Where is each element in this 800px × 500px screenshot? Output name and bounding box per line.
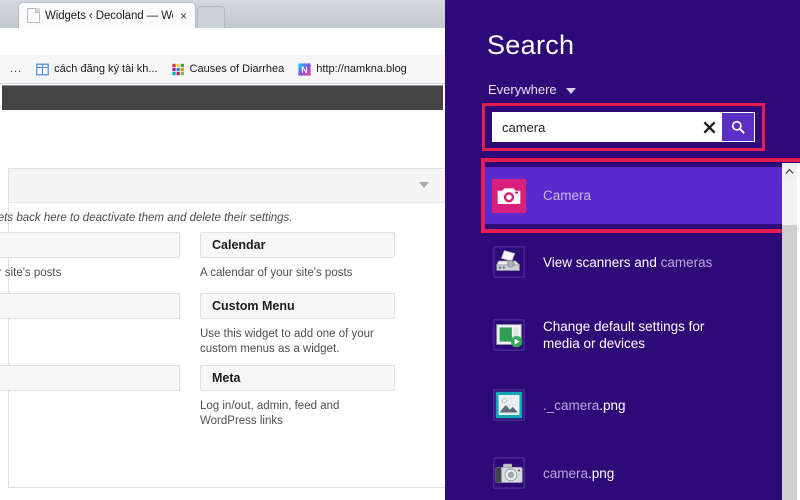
bookmark-label: cách đăng ký tài kh...	[54, 63, 157, 75]
svg-text:N: N	[302, 64, 308, 74]
selected-row-highlight	[481, 158, 800, 233]
widget-title	[0, 232, 180, 258]
wordpress-admin-bar	[2, 85, 443, 111]
search-result-label: camera.png	[543, 465, 614, 482]
ellipsis-icon: ...	[7, 63, 22, 75]
widgets-row: our site's posts Calendar A calendar of …	[0, 232, 445, 281]
scanner-icon	[491, 244, 527, 280]
bookmark-label: http://namkna.blog	[316, 63, 407, 75]
search-result-item-default-settings[interactable]: Change default settings for media or dev…	[485, 310, 735, 360]
widget-description	[0, 391, 180, 399]
close-icon[interactable]: ×	[178, 10, 187, 22]
bookmark-label: Causes of Diarrhea	[190, 63, 285, 75]
browser-window: Widgets ‹ Decoland — Wo × ... cách đăng …	[0, 0, 445, 500]
widget-card-calendar[interactable]: Calendar A calendar of your site's posts	[200, 232, 395, 281]
search-scope-label: Everywhere	[488, 82, 557, 97]
widgets-panel: dgets back here to deactivate them and d…	[8, 168, 445, 488]
search-icon	[730, 119, 747, 136]
search-box[interactable]	[492, 112, 755, 142]
search-submit-button[interactable]	[722, 113, 754, 141]
browser-toolbar	[0, 28, 445, 56]
widget-card[interactable]	[0, 365, 180, 429]
widgets-row: Meta Log in/out, admin, feed and WordPre…	[0, 365, 445, 429]
widget-description	[0, 319, 180, 327]
search-result-label-main: Camera	[543, 188, 591, 203]
widget-description: Use this widget to add one of your custo…	[200, 319, 395, 357]
camera-photo-icon	[491, 455, 527, 491]
search-result-label-ext: .png	[599, 398, 625, 413]
widget-title: Custom Menu	[200, 293, 395, 319]
widget-card[interactable]: our site's posts	[0, 232, 180, 281]
bookmark-item[interactable]: cách đăng ký tài kh...	[29, 63, 164, 76]
search-result-label-main: Change default settings for media or dev…	[543, 319, 704, 351]
widgets-grid: our site's posts Calendar A calendar of …	[0, 232, 445, 437]
camera-app-icon	[491, 178, 527, 214]
screen-root: Widgets ‹ Decoland — Wo × ... cách đăng …	[0, 0, 800, 500]
search-result-label: Camera	[543, 187, 591, 204]
widget-title	[0, 365, 180, 391]
bookmarks-bar: ... cách đăng ký tài kh...	[0, 55, 445, 84]
window-icon	[36, 63, 49, 76]
search-input[interactable]	[492, 119, 696, 136]
bookmark-item[interactable]: Causes of Diarrhea	[165, 63, 292, 76]
widget-card-custom-menu[interactable]: Custom Menu Use this widget to add one o…	[200, 293, 395, 357]
browser-tab-title: Widgets ‹ Decoland — Wo	[45, 10, 173, 22]
search-scope-dropdown[interactable]: Everywhere	[488, 82, 576, 97]
widget-card[interactable]	[0, 293, 180, 357]
chevron-down-icon[interactable]	[419, 182, 429, 188]
widget-title: Calendar	[200, 232, 395, 258]
search-result-label-main: View scanners and	[543, 255, 661, 270]
search-result-label-ext: .png	[588, 466, 614, 481]
content-gap	[0, 110, 445, 168]
close-icon-glyph	[702, 120, 717, 135]
widget-description: Log in/out, admin, feed and WordPress li…	[200, 391, 395, 429]
bookmark-overflow[interactable]: ...	[0, 63, 29, 75]
widget-title	[0, 293, 180, 319]
search-result-label-main: camera	[543, 466, 588, 481]
chevron-down-icon[interactable]	[566, 88, 576, 94]
search-result-item-scanners[interactable]: View scanners and cameras	[485, 242, 765, 282]
widgets-row: Custom Menu Use this widget to add one o…	[0, 293, 445, 357]
scrollbar-thumb[interactable]	[782, 179, 797, 225]
grid-squares-icon	[172, 63, 185, 76]
page-icon	[27, 8, 40, 23]
results-scrollbar[interactable]	[782, 163, 797, 500]
scroll-up-button[interactable]	[782, 163, 797, 179]
browser-tab[interactable]: Widgets ‹ Decoland — Wo ×	[18, 2, 196, 28]
browser-tab-strip: Widgets ‹ Decoland — Wo ×	[0, 0, 445, 29]
widget-card-meta[interactable]: Meta Log in/out, admin, feed and WordPre…	[200, 365, 395, 429]
media-settings-icon	[491, 317, 527, 353]
close-icon[interactable]	[696, 112, 722, 142]
inactive-widgets-note: dgets back here to deactivate them and d…	[0, 203, 445, 224]
new-tab-button[interactable]	[197, 6, 225, 29]
search-result-label: Change default settings for media or dev…	[543, 318, 735, 352]
page-title: Search	[487, 30, 574, 61]
widget-description: A calendar of your site's posts	[200, 258, 395, 281]
search-result-label: View scanners and cameras	[543, 254, 712, 271]
chevron-up-icon	[785, 168, 794, 175]
search-results-list: Camera View scanner	[445, 162, 800, 500]
widget-description: our site's posts	[0, 258, 180, 281]
widgets-panel-header[interactable]	[9, 169, 445, 203]
bookmark-item[interactable]: N http://namkna.blog	[291, 63, 414, 76]
widget-title: Meta	[200, 365, 395, 391]
n-logo-icon: N	[298, 63, 311, 76]
search-result-item-camera[interactable]: Camera	[485, 162, 765, 229]
search-result-label: ._camera.png	[543, 397, 626, 414]
search-result-item-underscore-camera-png[interactable]: ._camera.png	[485, 385, 765, 425]
search-result-label-match: cameras	[661, 255, 713, 270]
search-result-label-main: ._camera	[543, 398, 599, 413]
image-file-icon	[491, 387, 527, 423]
search-charm-panel: Search Everywhere	[445, 0, 800, 500]
search-result-item-camera-png[interactable]: camera.png	[485, 453, 765, 493]
